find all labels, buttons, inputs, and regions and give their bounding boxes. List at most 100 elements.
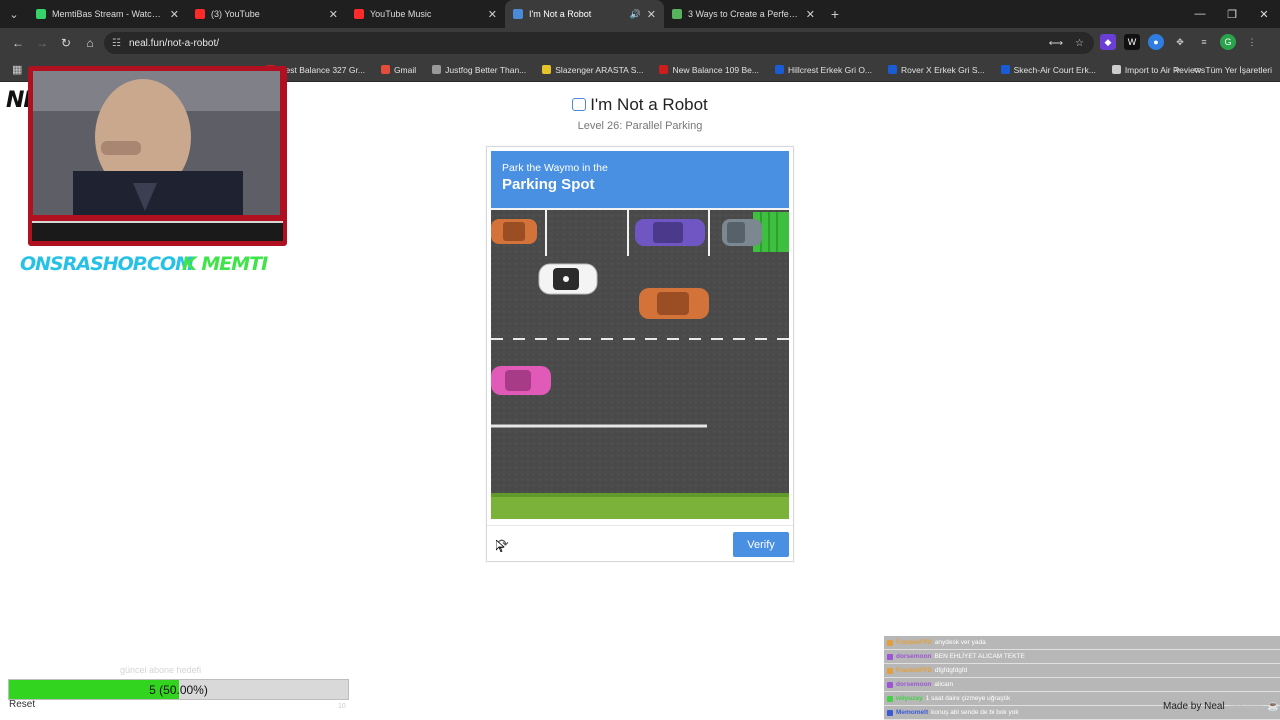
chat-username: Memomelt xyxy=(896,709,929,716)
made-by-text[interactable]: Made by Neal xyxy=(1163,701,1225,712)
bookmark-label: New Balance 109 Be... xyxy=(672,64,759,75)
chat-badge-icon xyxy=(887,695,893,702)
home-icon[interactable]: ⌂ xyxy=(78,31,102,55)
subscriber-goal-bar: 5 (50.00%) xyxy=(8,679,349,700)
browser-tab[interactable]: MemtiBas Stream - Watch Live ✕ xyxy=(28,0,187,28)
pink-car xyxy=(491,366,551,395)
waymo-white-car[interactable] xyxy=(538,263,598,295)
bookmark-favicon-icon xyxy=(542,65,552,74)
extensions-puzzle-icon[interactable]: ✥ xyxy=(1172,34,1188,50)
extension-icon[interactable]: W xyxy=(1124,34,1140,50)
mouse-cursor-icon xyxy=(496,540,504,552)
bookmark-favicon-icon xyxy=(432,65,442,74)
tab-favicon-icon xyxy=(36,9,46,19)
media-control-icon[interactable]: ≡ xyxy=(1196,34,1212,50)
reload-icon[interactable]: ↻ xyxy=(54,31,78,55)
bookmark-item[interactable]: Rover X Erkek Gri S... xyxy=(880,65,993,75)
translate-icon[interactable]: ⟷ xyxy=(1049,38,1063,49)
chat-text: BEN EHLİYET ALICAM TEKTE xyxy=(934,653,1025,660)
browser-tab[interactable]: YouTube Music ✕ xyxy=(346,0,505,28)
webcam-feed xyxy=(33,71,280,215)
parking-game[interactable] xyxy=(491,208,789,519)
chat-username: wilyuzay xyxy=(896,695,923,702)
menu-dots-icon[interactable]: ⋮ xyxy=(1244,34,1260,50)
tab-close-icon[interactable]: ✕ xyxy=(170,8,179,21)
verify-button[interactable]: Verify xyxy=(733,532,789,557)
captcha-widget: Park the Waymo in the Parking Spot ⟳ Ver… xyxy=(486,146,794,562)
url-text: neal.fun/not-a-robot/ xyxy=(128,37,220,49)
goal-max-label: 10 xyxy=(338,703,346,710)
tab-label: 3 Ways to Create a Perfect Circl xyxy=(688,9,800,19)
tab-favicon-icon xyxy=(354,9,364,19)
chat-message: FrankieFPS dfgfdgfdgfd xyxy=(884,664,1280,678)
tab-label: (3) YouTube xyxy=(211,9,260,19)
bookmark-star-icon[interactable]: ☆ xyxy=(1075,38,1084,49)
webcam-image xyxy=(33,71,280,215)
bookmark-item[interactable]: Slazenger ARASTA S... xyxy=(534,65,651,75)
chat-text: anydesk ver yada xyxy=(934,639,986,646)
tab-label: I'm Not a Robot xyxy=(529,9,592,19)
webcam-name-bar xyxy=(32,221,283,241)
address-bar[interactable]: ☷ neal.fun/not-a-robot/ ⟷ ☆ xyxy=(104,32,1094,54)
tab-close-icon[interactable]: ✕ xyxy=(488,8,497,21)
tab-favicon-icon xyxy=(195,9,205,19)
page-title-text: I'm Not a Robot xyxy=(590,95,708,114)
tab-close-icon[interactable]: ✕ xyxy=(329,8,338,21)
bookmark-item[interactable]: Gmail xyxy=(373,65,424,75)
apps-grid-icon[interactable]: ▦ xyxy=(6,63,28,76)
tab-close-icon[interactable]: ✕ xyxy=(806,8,815,21)
goal-progress-text: 5 (50.00%) xyxy=(149,682,208,697)
browser-tab[interactable]: (3) YouTube ✕ xyxy=(187,0,346,28)
tab-close-icon[interactable]: ✕ xyxy=(647,8,656,21)
chat-text: alicam xyxy=(934,681,954,688)
tab-label: MemtiBas Stream - Watch Live xyxy=(52,9,164,19)
made-by-credit: Made by Neal Tomatoes ☕ xyxy=(1163,701,1280,712)
close-window-icon[interactable]: ✕ xyxy=(1248,0,1280,28)
all-bookmarks-folder[interactable]: ▭ Tüm Yer İşaretleri xyxy=(1193,64,1272,75)
bookmark-item[interactable]: Skech-Air Court Erk... xyxy=(993,65,1104,75)
coffee-cup-icon[interactable]: ☕ xyxy=(1267,701,1279,712)
bookmark-label: Skech-Air Court Erk... xyxy=(1013,64,1096,75)
chat-badge-icon xyxy=(887,681,893,688)
bookmark-item[interactable]: New Balance 109 Be... xyxy=(651,65,766,75)
window-controls: — ❐ ✕ xyxy=(1184,0,1280,28)
forward-icon[interactable]: → xyxy=(30,31,54,55)
bookmarks-overflow-icon[interactable]: » xyxy=(1174,64,1180,75)
bookmark-label: Rover X Erkek Gri S... xyxy=(901,64,985,75)
new-tab-button[interactable]: + xyxy=(823,6,847,22)
chat-text: dfgfdgfdgfd xyxy=(934,667,968,674)
purple-car-parked xyxy=(635,219,705,246)
sponsor-logo-kmemti: K MEMTI xyxy=(182,253,268,275)
bookmark-favicon-icon xyxy=(659,65,669,74)
tab-search-icon[interactable]: ⌄ xyxy=(0,0,28,28)
bookmark-favicon-icon xyxy=(380,65,390,74)
chat-text: 1 saat daire çizmeye uğraştık xyxy=(925,695,1011,702)
captcha-header: Park the Waymo in the Parking Spot xyxy=(491,151,789,208)
extension-icon[interactable]: ◆ xyxy=(1100,34,1116,50)
bookmark-item[interactable]: Justfog Better Than... xyxy=(424,65,534,75)
grass-edge xyxy=(491,493,789,497)
back-icon[interactable]: ← xyxy=(6,31,30,55)
profile-avatar[interactable]: G xyxy=(1220,34,1236,50)
sponsor-logo-onsrashop: ONSRASHOP.COM xyxy=(20,253,194,275)
bookmark-item[interactable]: Hillcrest Erkek Gri O... xyxy=(767,65,880,75)
tab-audio-icon[interactable]: 🔊 xyxy=(630,9,641,20)
extension-icon[interactable]: ● xyxy=(1148,34,1164,50)
extensions-area: ◆ W ● ✥ ≡ G ⋮ xyxy=(1100,34,1260,50)
browser-tab[interactable]: 3 Ways to Create a Perfect Circl ✕ xyxy=(664,0,823,28)
goal-reset-label: Reset xyxy=(9,699,36,710)
browser-toolbar: ← → ↻ ⌂ ☷ neal.fun/not-a-robot/ ⟷ ☆ ◆ W … xyxy=(0,28,1280,58)
chat-text: konuş abi sende de bi bok yok xyxy=(931,709,1019,716)
chat-username: FrankieFPS xyxy=(896,667,932,674)
bookmark-label: Hillcrest Erkek Gri O... xyxy=(787,64,873,75)
orange-car-parked xyxy=(491,219,537,244)
bookmark-favicon-icon xyxy=(1000,65,1010,74)
chat-username: FrankieFPS xyxy=(896,639,932,646)
minimize-icon[interactable]: — xyxy=(1184,0,1216,28)
restore-icon[interactable]: ❐ xyxy=(1216,0,1248,28)
browser-tab[interactable]: I'm Not a Robot 🔊 ✕ xyxy=(505,0,664,28)
chat-username: dorsemoon xyxy=(896,653,932,660)
bookmark-favicon-icon xyxy=(1111,65,1121,74)
bookmark-label: Slazenger ARASTA S... xyxy=(555,64,644,75)
site-info-icon[interactable]: ☷ xyxy=(112,38,121,49)
